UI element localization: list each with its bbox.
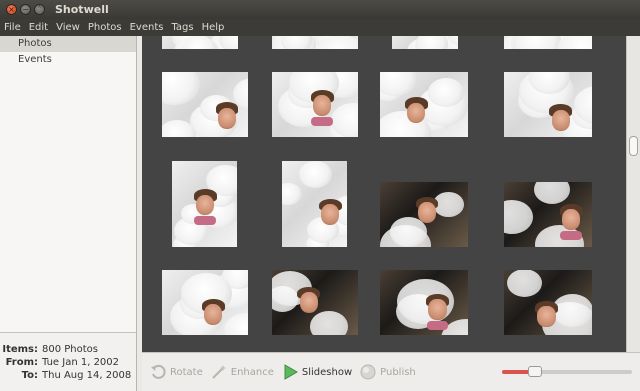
menu-file[interactable]: File xyxy=(0,22,25,33)
close-window-button[interactable]: × xyxy=(6,4,17,15)
photo-thumbnail[interactable] xyxy=(504,72,592,137)
play-icon xyxy=(284,364,298,380)
zoom-slider-knob[interactable] xyxy=(527,366,542,377)
enhance-wand-icon xyxy=(212,365,226,379)
rotate-button[interactable]: Rotate xyxy=(150,364,203,380)
photo-thumbnail[interactable] xyxy=(392,36,458,49)
enhance-button[interactable]: Enhance xyxy=(211,364,274,380)
photo-thumbnail[interactable] xyxy=(504,36,592,49)
info-from-value: Tue Jan 1, 2002 xyxy=(42,357,120,368)
publish-button[interactable]: Publish xyxy=(360,364,416,380)
photo-thumbnail[interactable] xyxy=(162,270,248,335)
zoom-slider[interactable] xyxy=(502,366,632,377)
info-to-row: To: Thu Aug 14, 2008 xyxy=(0,369,136,382)
library-info-panel: Items: 800 Photos From: Tue Jan 1, 2002 … xyxy=(0,332,137,391)
info-items-value: 800 Photos xyxy=(42,344,99,355)
menu-view[interactable]: View xyxy=(52,22,84,33)
publish-globe-icon xyxy=(360,364,376,380)
photo-thumbnail[interactable] xyxy=(162,72,248,137)
photo-thumbnail[interactable] xyxy=(380,72,468,137)
menu-events[interactable]: Events xyxy=(126,22,168,33)
photo-thumbnail[interactable] xyxy=(272,72,358,137)
sidebar: Photos Events xyxy=(0,36,137,332)
info-items-row: Items: 800 Photos xyxy=(0,343,136,356)
sidebar-item-photos[interactable]: Photos xyxy=(0,36,136,52)
sidebar-item-events[interactable]: Events xyxy=(0,52,136,68)
photo-thumbnail[interactable] xyxy=(504,182,592,247)
rotate-icon xyxy=(151,364,166,379)
rotate-label: Rotate xyxy=(170,366,203,378)
vertical-scrollbar[interactable] xyxy=(626,36,640,352)
scrollbar-handle[interactable] xyxy=(629,136,638,156)
photo-thumbnail[interactable] xyxy=(380,182,468,247)
menu-bar: File Edit View Photos Events Tags Help xyxy=(0,19,640,36)
bottom-toolbar: Rotate Enhance Slideshow Publish xyxy=(142,352,640,391)
menu-tags[interactable]: Tags xyxy=(167,22,197,33)
photo-thumbnail[interactable] xyxy=(172,161,237,247)
photo-thumbnail[interactable] xyxy=(282,161,347,247)
info-items-label: Items: xyxy=(2,344,38,355)
slideshow-button[interactable]: Slideshow xyxy=(282,364,352,380)
photo-grid xyxy=(142,36,626,352)
info-to-value: Thu Aug 14, 2008 xyxy=(42,370,132,381)
info-to-label: To: xyxy=(21,370,38,381)
photo-thumbnail[interactable] xyxy=(272,36,358,49)
publish-label: Publish xyxy=(380,366,416,378)
photo-thumbnail[interactable] xyxy=(272,270,358,335)
slideshow-label: Slideshow xyxy=(301,366,353,378)
menu-photos[interactable]: Photos xyxy=(84,22,126,33)
menu-help[interactable]: Help xyxy=(198,22,229,33)
info-from-row: From: Tue Jan 1, 2002 xyxy=(0,356,136,369)
maximize-window-button[interactable]: ˄ xyxy=(34,4,45,15)
photo-thumbnail[interactable] xyxy=(504,270,592,335)
menu-edit[interactable]: Edit xyxy=(25,22,52,33)
window-title: Shotwell xyxy=(55,3,109,16)
enhance-label: Enhance xyxy=(230,366,274,378)
info-from-label: From: xyxy=(5,357,38,368)
photo-thumbnail[interactable] xyxy=(162,36,238,49)
minimize-window-button[interactable]: − xyxy=(20,4,31,15)
title-bar: × − ˄ Shotwell xyxy=(0,0,640,19)
photo-thumbnail[interactable] xyxy=(380,270,468,335)
